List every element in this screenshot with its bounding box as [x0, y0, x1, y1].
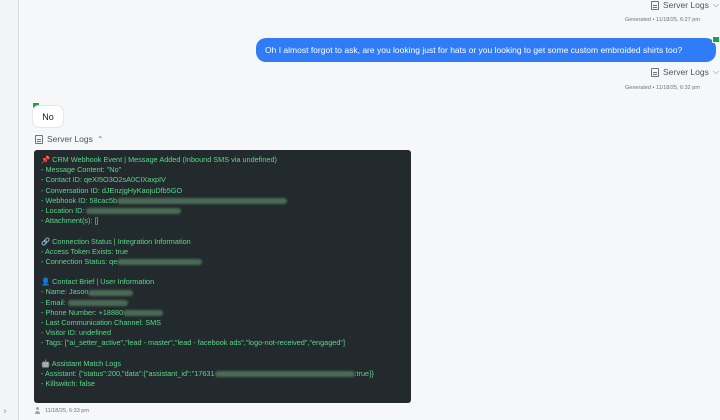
log-line: - Conversation ID: dJEnzjgHyKaojuDfb5GO	[41, 186, 404, 196]
chevron-down-icon: ⌵	[712, 0, 719, 9]
log-line-text: - Last Communication Channel: SMS	[41, 318, 162, 327]
log-line: - Message Content: "No"	[41, 165, 404, 175]
log-line: 👤 Contact Brief | User Information	[41, 277, 404, 287]
log-line-text: - Killswitch: false	[41, 379, 95, 389]
incoming-message-bubble: No	[32, 105, 64, 128]
log-line: 📌 CRM Webhook Event | Message Added (Inb…	[41, 155, 404, 165]
log-line-text: - Location ID:	[41, 205, 87, 215]
log-line-tail: :true}}	[354, 368, 374, 378]
document-icon	[651, 0, 659, 10]
log-line: - Assistant: {"status":200,"data":{"assi…	[41, 369, 404, 379]
log-line-text: - Attachment(s): []	[41, 216, 99, 226]
redacted-value	[88, 289, 134, 296]
log-line-text: - Conversation ID: dJEnzjgHyKaojuDfb5GO	[41, 185, 183, 195]
log-line: - Connection Status: qe	[41, 257, 404, 267]
meta-text: Generated • 11/18/25, 6:32 pm	[625, 85, 700, 91]
document-icon	[651, 67, 659, 77]
message-meta-top: Generated • 11/18/25, 6:27 pm	[625, 17, 700, 23]
log-line: - Visitor ID: undefined	[41, 328, 404, 338]
log-line: 🔗 Connection Status | Integration Inform…	[41, 237, 404, 247]
redacted-value	[117, 197, 288, 204]
message-meta-incoming: 11/18/25, 6:33 pm	[34, 407, 89, 414]
log-line-text: 👤 Contact Brief | User Information	[41, 277, 155, 287]
log-line-text: - Name: Jason	[41, 287, 89, 297]
log-line-text: 🤖 Assistant Match Logs	[41, 358, 122, 368]
server-logs-toggle-top[interactable]: Server Logs ⌵	[651, 0, 719, 10]
redacted-value	[67, 299, 128, 306]
log-line-text: 🔗 Connection Status | Integration Inform…	[41, 236, 191, 246]
meta-text: Generated • 11/18/25, 6:27 pm	[625, 17, 700, 23]
redacted-value	[214, 371, 355, 378]
chat-panel: Server Logs ⌵ Generated • 11/18/25, 6:27…	[19, 0, 720, 420]
meta-text: 11/18/25, 6:33 pm	[45, 407, 89, 414]
log-line-text: - Email:	[41, 297, 68, 307]
log-line: - Attachment(s): []	[41, 216, 404, 226]
left-rail: ›	[0, 0, 19, 420]
server-logs-label: Server Logs	[47, 134, 93, 144]
channel-badge-icon	[712, 36, 720, 43]
log-line-text: - Assistant: {"status":200,"data":{"assi…	[41, 368, 215, 378]
log-line: - Killswitch: false	[41, 379, 404, 389]
chevron-down-icon: ⌵	[712, 67, 719, 76]
server-logs-label: Server Logs	[663, 0, 709, 10]
log-line: - Tags: ["ai_setter_active","lead - mast…	[41, 338, 404, 348]
person-icon	[34, 407, 41, 414]
redacted-value	[123, 309, 164, 316]
log-line-text: - Webhook ID: 58cac5b	[41, 195, 118, 205]
incoming-message-text: No	[42, 111, 54, 122]
log-line-text: 📌 CRM Webhook Event | Message Added (Inb…	[41, 155, 277, 164]
log-line-text: - Access Token Exists: true	[41, 246, 129, 256]
log-line-text: - Connection Status: qe	[41, 256, 118, 266]
log-line-text: - Contact ID: qeXI5O3O2sA0CIXaxpIV	[41, 175, 166, 185]
outgoing-message-bubble: Oh I almost forgot to ask, are you looki…	[256, 38, 716, 62]
log-line: - Access Token Exists: true	[41, 247, 404, 257]
server-logs-toggle-outgoing[interactable]: Server Logs ⌵	[651, 67, 719, 77]
log-line: - Email:	[41, 298, 404, 308]
log-line: - Last Communication Channel: SMS	[41, 318, 404, 328]
log-line-text: - Visitor ID: undefined	[41, 328, 112, 338]
redacted-value	[86, 208, 182, 215]
log-line: - Location ID:	[41, 206, 404, 216]
log-line: - Contact ID: qeXI5O3O2sA0CIXaxpIV	[41, 175, 404, 185]
log-line: - Name: Jason	[41, 287, 404, 297]
outgoing-message-text: Oh I almost forgot to ask, are you looki…	[265, 45, 683, 55]
server-logs-toggle-incoming[interactable]: Server Logs ⌃	[35, 134, 104, 144]
log-line: 🤖 Assistant Match Logs	[41, 359, 404, 369]
expand-chevron-icon[interactable]: ›	[3, 406, 7, 417]
log-line: - Webhook ID: 58cac5b	[41, 196, 404, 206]
log-line-text: - Tags: ["ai_setter_active","lead - mast…	[41, 338, 346, 348]
chevron-up-icon: ⌃	[96, 134, 104, 144]
message-meta-outgoing: Generated • 11/18/25, 6:32 pm	[625, 85, 700, 91]
server-logs-label: Server Logs	[663, 67, 709, 77]
log-line-text: - Phone Number: +18880	[41, 307, 124, 317]
document-icon	[35, 134, 43, 144]
redacted-value	[117, 258, 203, 265]
log-line: - Phone Number: +18880	[41, 308, 404, 318]
log-line-text: - Message Content: "No"	[41, 165, 122, 175]
server-log-output: 📌 CRM Webhook Event | Message Added (Inb…	[34, 150, 411, 403]
